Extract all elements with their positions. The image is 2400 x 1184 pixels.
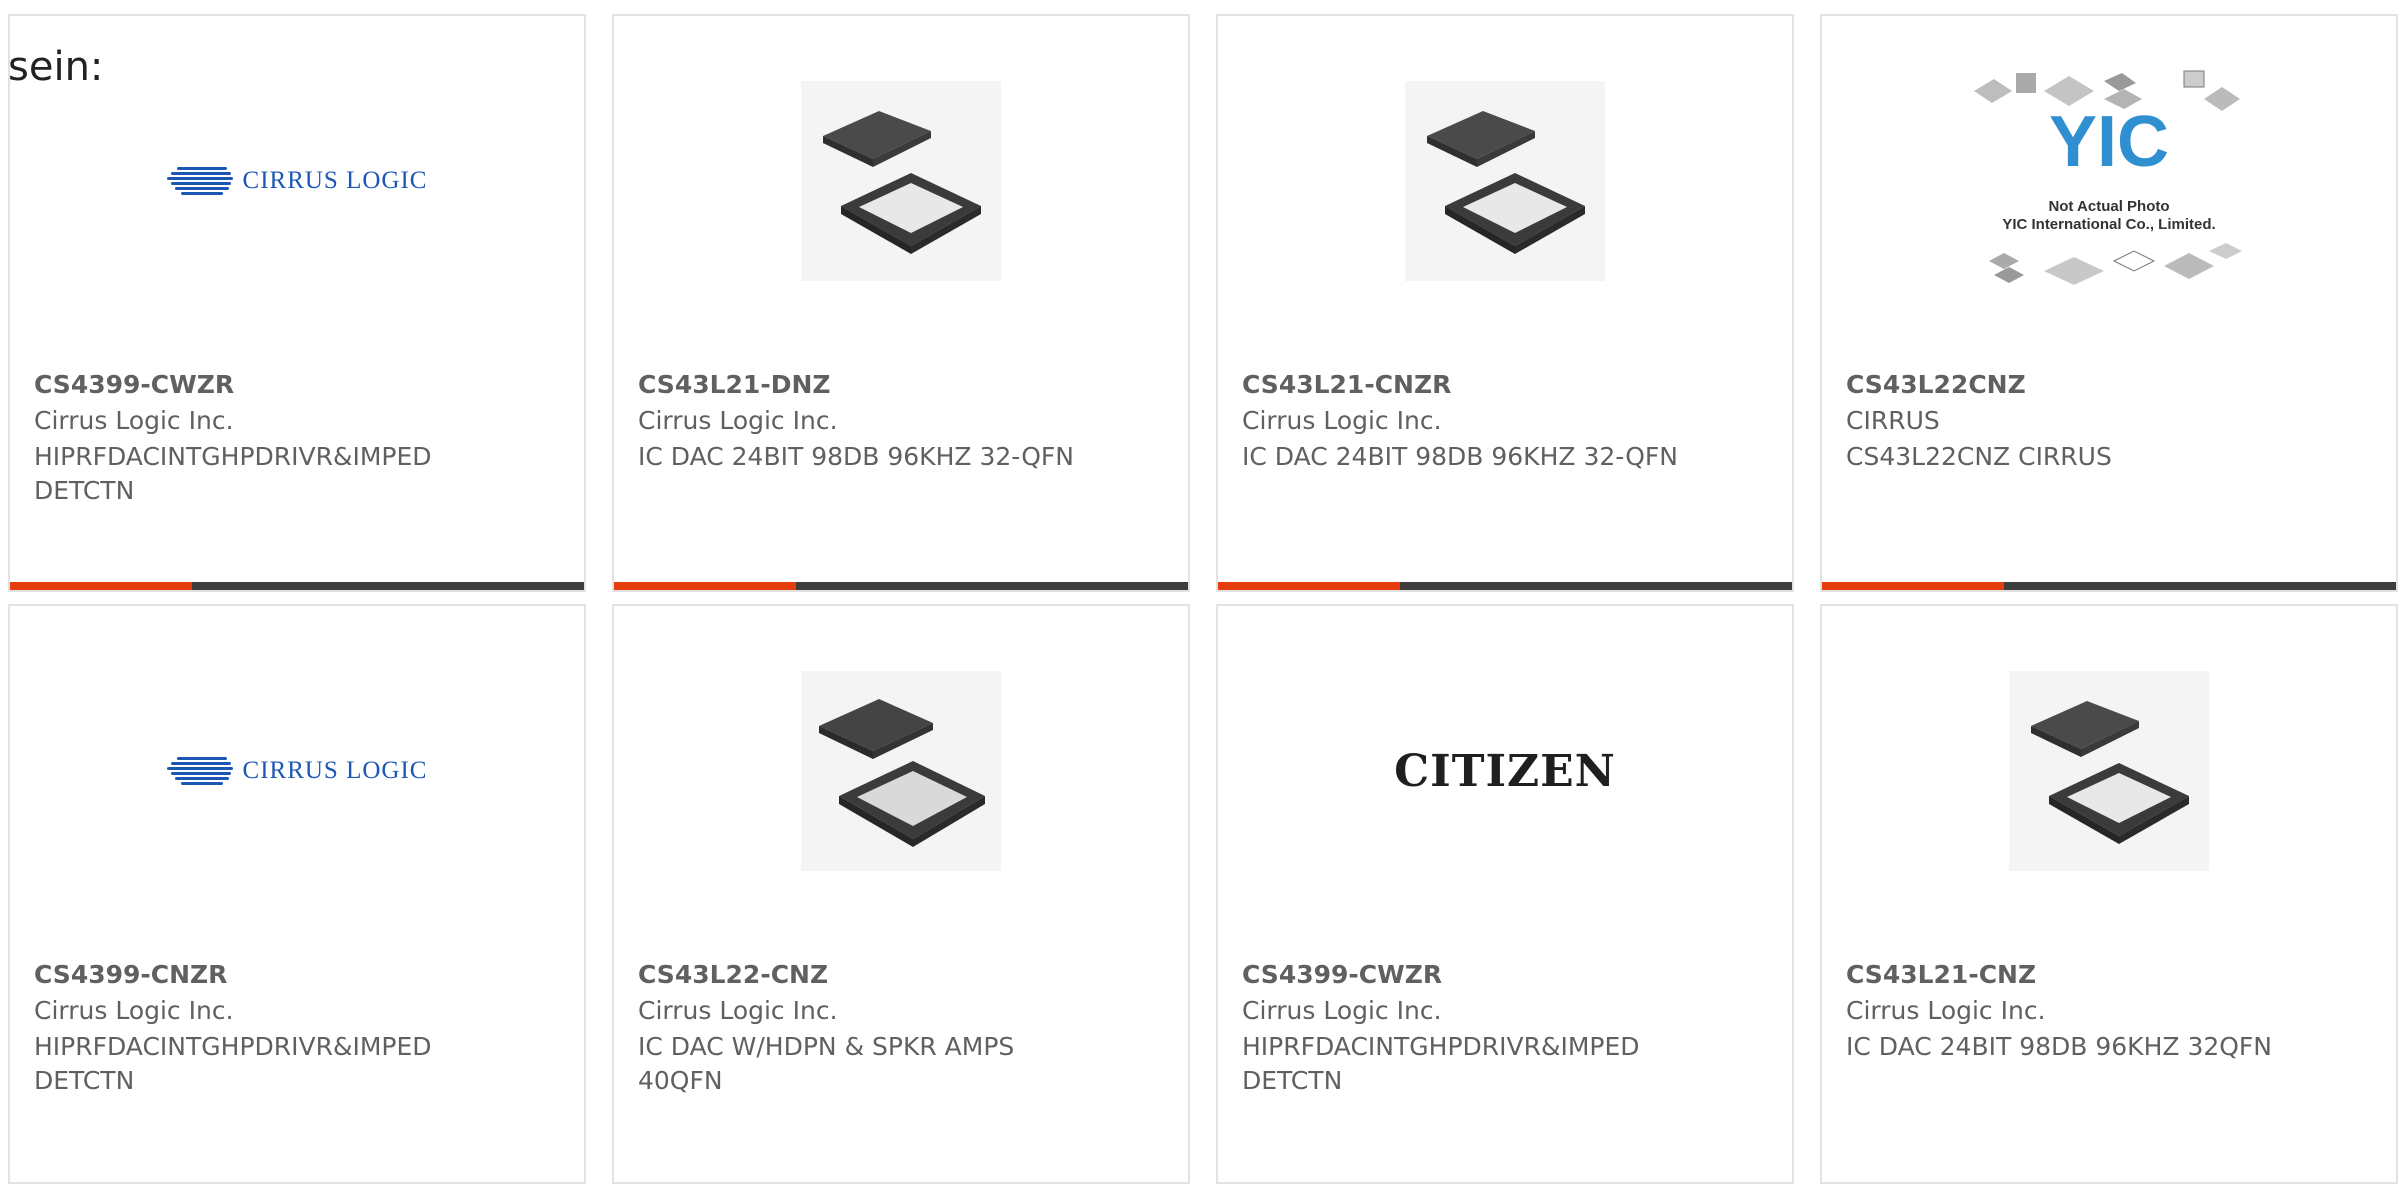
qfn-chip-image [801,671,1001,871]
manufacturer: Cirrus Logic Inc. [1242,996,1442,1025]
product-image[interactable] [1822,666,2396,876]
qfn-chip-image [1405,81,1605,281]
qfn-chip-image [2009,671,2209,871]
description: IC DAC 24BIT 98DB 96KHZ 32-QFN [1242,442,1678,471]
description: IC DAC W/HDPN & SPKR AMPS 40QFN [638,1032,1015,1095]
description: IC DAC 24BIT 98DB 96KHZ 32QFN [1846,1032,2273,1061]
description: HIPRFDACINTGHPDRIVR&IMPED DETCTN [34,1032,432,1095]
cirrus-logic-logo: CIRRUS LOGIC [166,163,428,199]
part-number[interactable]: CS43L21-DNZ [638,370,831,399]
product-card[interactable]: CIRRUS LOGIC CS4399-CWZR Cirrus Logic In… [8,14,586,592]
manufacturer: Cirrus Logic Inc. [1846,996,2046,1025]
manufacturer: CIRRUS [1846,406,1940,435]
card-bar [1218,582,1792,590]
product-image[interactable] [614,666,1188,876]
svg-text:YIC: YIC [2049,102,2169,182]
card-bar [10,582,584,590]
product-image[interactable]: YIC Not Actual Photo YIC International C… [1822,70,2396,286]
part-number[interactable]: CS43L21-CNZR [1242,370,1451,399]
manufacturer: Cirrus Logic Inc. [638,996,838,1025]
card-bar [1822,582,2396,590]
product-card[interactable]: CS43L21-CNZ Cirrus Logic Inc. IC DAC 24B… [1820,604,2398,1184]
part-number[interactable]: CS4399-CNZR [34,960,227,989]
description: HIPRFDACINTGHPDRIVR&IMPED DETCTN [1242,1032,1640,1095]
product-card[interactable]: CIRRUS LOGIC CS4399-CNZR Cirrus Logic In… [8,604,586,1184]
product-card[interactable]: CS43L21-CNZR Cirrus Logic Inc. IC DAC 24… [1216,14,1794,592]
part-number[interactable]: CS43L22CNZ [1846,370,2026,399]
citizen-logo: CITIZEN [1394,745,1616,797]
cirrus-logic-logo: CIRRUS LOGIC [166,753,428,789]
product-image[interactable]: CIRRUS LOGIC [10,76,584,286]
part-number[interactable]: CS4399-CWZR [1242,960,1442,989]
manufacturer: Cirrus Logic Inc. [34,406,234,435]
product-card[interactable]: CS43L21-DNZ Cirrus Logic Inc. IC DAC 24B… [612,14,1190,592]
part-number[interactable]: CS4399-CWZR [34,370,234,399]
product-image[interactable]: CITIZEN [1218,666,1792,876]
product-image[interactable] [1218,76,1792,286]
product-image[interactable] [614,76,1188,286]
yic-placeholder-image: YIC Not Actual Photo YIC International C… [1974,70,2242,285]
svg-text:YIC International Co., Limited: YIC International Co., Limited. [2002,216,2215,233]
qfn-chip-image [801,81,1001,281]
product-card[interactable]: YIC Not Actual Photo YIC International C… [1820,14,2398,592]
description: CS43L22CNZ CIRRUS [1846,442,2112,471]
svg-text:Not Actual Photo: Not Actual Photo [2048,198,2169,215]
product-card[interactable]: CITIZEN CS4399-CWZR Cirrus Logic Inc. HI… [1216,604,1794,1184]
product-card[interactable]: CS43L22-CNZ Cirrus Logic Inc. IC DAC W/H… [612,604,1190,1184]
manufacturer: Cirrus Logic Inc. [1242,406,1442,435]
product-image[interactable]: CIRRUS LOGIC [10,666,584,876]
section-label: sein: [8,44,104,90]
card-bar [614,582,1188,590]
description: IC DAC 24BIT 98DB 96KHZ 32-QFN [638,442,1074,471]
manufacturer: Cirrus Logic Inc. [34,996,234,1025]
manufacturer: Cirrus Logic Inc. [638,406,838,435]
part-number[interactable]: CS43L22-CNZ [638,960,828,989]
part-number[interactable]: CS43L21-CNZ [1846,960,2036,989]
description: HIPRFDACINTGHPDRIVR&IMPED DETCTN [34,442,432,505]
